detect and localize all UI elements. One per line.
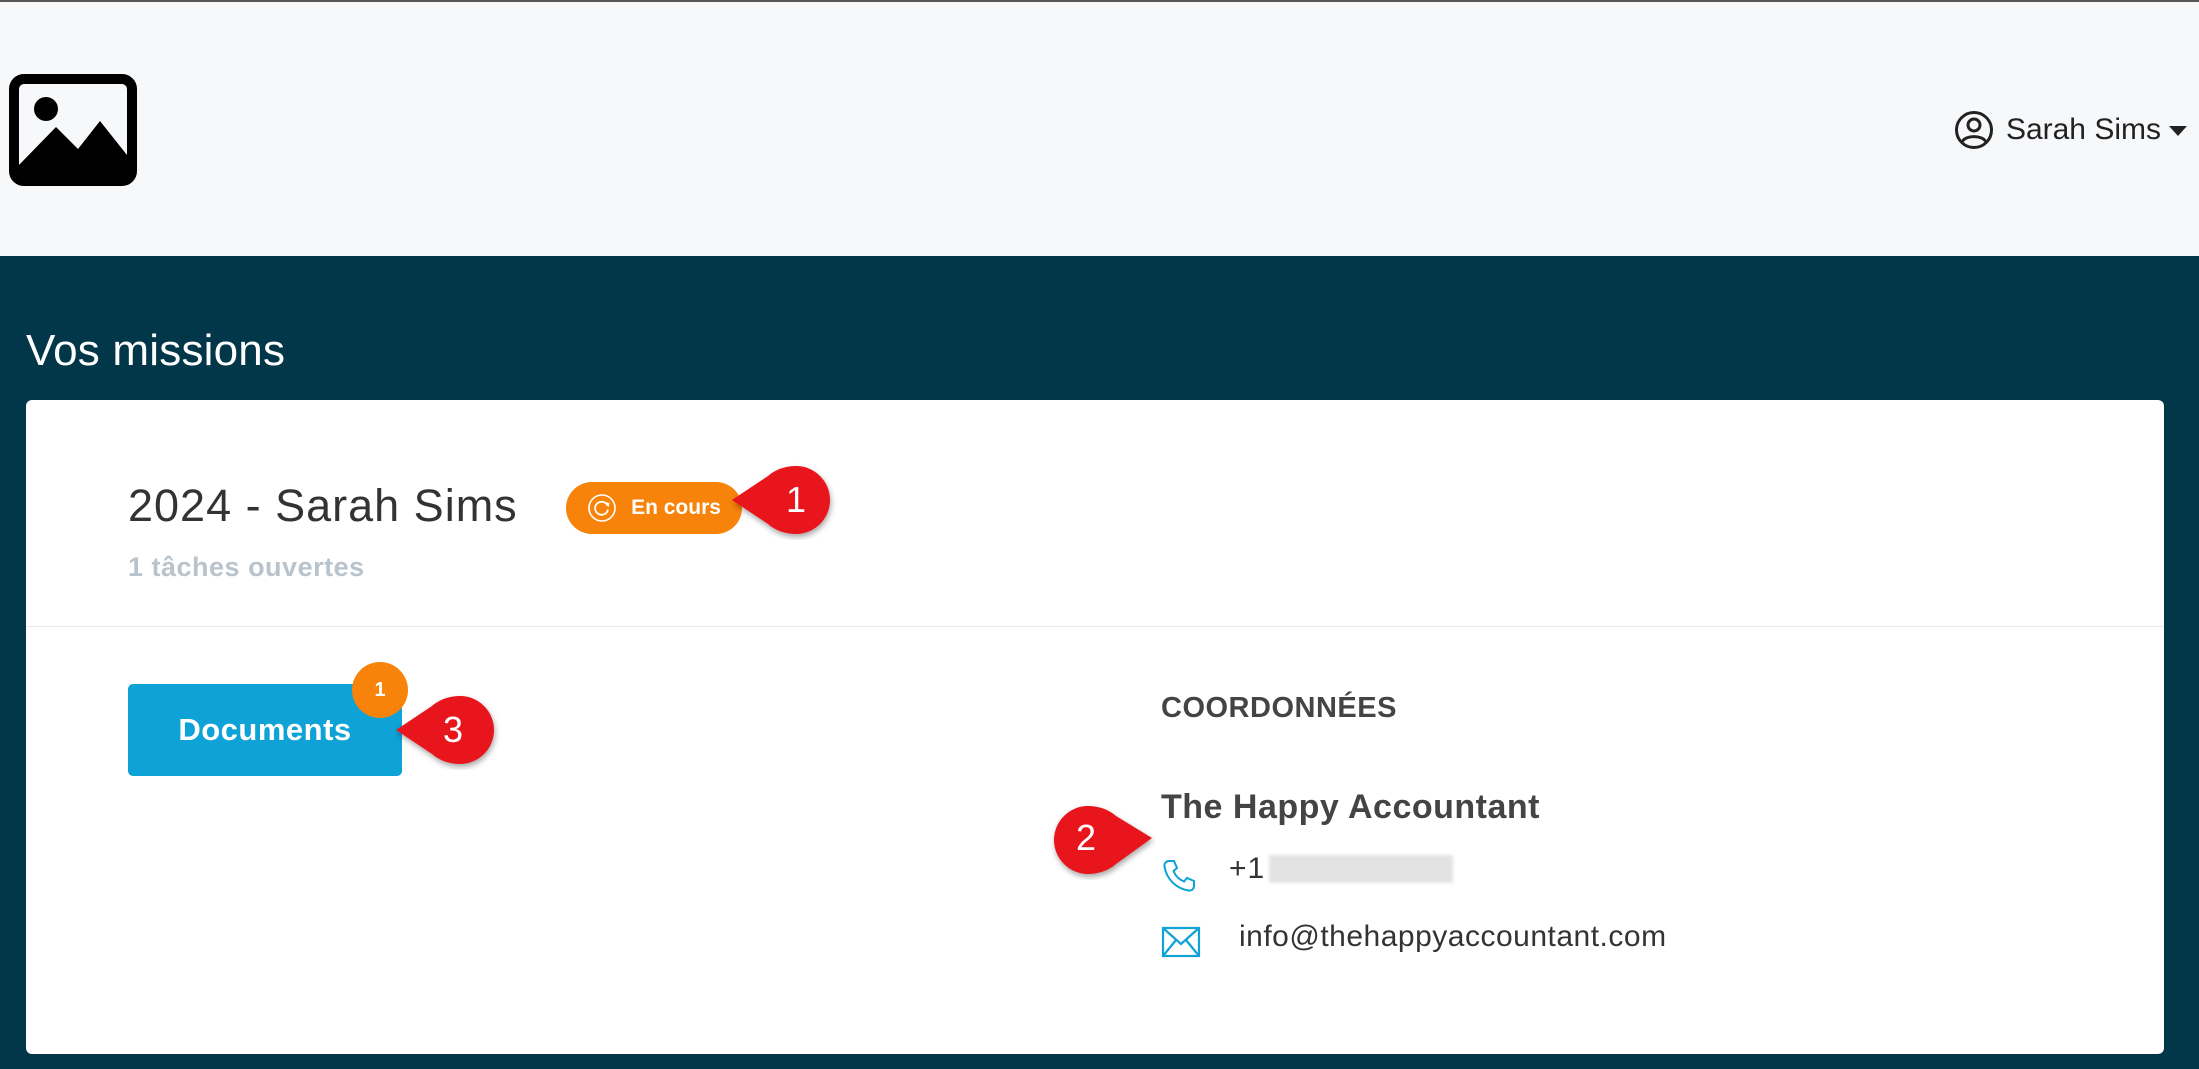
redacted-phone-digits: [1269, 855, 1454, 883]
phone-row: +1: [1161, 846, 1454, 892]
divider: [26, 626, 2164, 627]
chevron-down-icon: [2169, 126, 2187, 136]
status-badge: En cours: [566, 482, 742, 534]
mission-card: 2024 - Sarah Sims En cours 1 tâches ouve…: [26, 400, 2164, 1054]
page-title: Vos missions: [26, 326, 286, 375]
email-row: info@thehappyaccountant.com: [1161, 914, 1667, 960]
refresh-icon: [588, 494, 616, 522]
phone-prefix: +1: [1229, 852, 1266, 885]
phone-icon: [1163, 860, 1195, 892]
open-tasks-count: 1 tâches ouvertes: [128, 552, 365, 582]
envelope-icon: [1161, 926, 1201, 958]
callout-number-2: 2: [1075, 817, 1097, 858]
user-name: Sarah Sims: [2005, 113, 2161, 146]
user-menu[interactable]: Sarah Sims: [1954, 106, 2187, 154]
callout-number-3: 3: [442, 709, 464, 750]
contact-heading: COORDONNÉES: [1161, 692, 1397, 724]
callout-number-1: 1: [785, 479, 807, 520]
mission-title: 2024 - Sarah Sims: [128, 480, 518, 531]
email-link[interactable]: info@thehappyaccountant.com: [1239, 920, 1667, 954]
top-header: Sarah Sims: [0, 2, 2199, 256]
company-name: The Happy Accountant: [1161, 788, 1540, 826]
phone-number[interactable]: +1: [1229, 852, 1454, 886]
status-label: En cours: [631, 496, 721, 519]
image-placeholder-icon[interactable]: [8, 73, 138, 187]
user-circle-icon: [1954, 111, 1993, 149]
